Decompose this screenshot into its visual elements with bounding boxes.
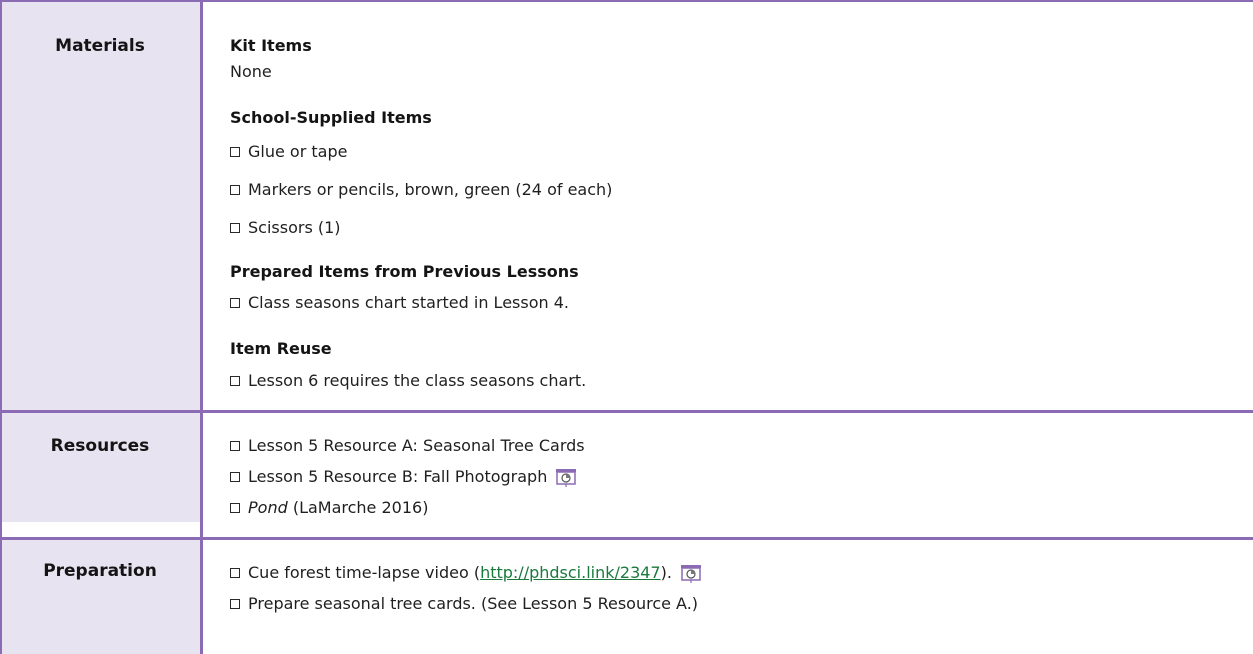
kit-items-value: None <box>230 62 272 81</box>
checkbox-icon[interactable] <box>230 222 240 233</box>
list-item-label: Markers or pencils, brown, green (24 of … <box>248 180 613 199</box>
list-item: Class seasons chart started in Lesson 4. <box>230 293 569 312</box>
list-item: Glue or tape <box>230 142 347 161</box>
checkbox-icon[interactable] <box>230 297 240 308</box>
checkbox-icon[interactable] <box>230 567 240 578</box>
list-item-label: Scissors (1) <box>248 218 341 237</box>
checkbox-icon[interactable] <box>230 440 240 451</box>
item-reuse-heading: Item Reuse <box>230 339 332 358</box>
list-item-label: Lesson 5 Resource B: Fall Photograph <box>248 467 548 486</box>
projector-screen-icon[interactable] <box>680 564 702 583</box>
row-label-materials: Materials <box>55 36 145 56</box>
row-divider <box>0 410 1253 413</box>
prep-item-text: Cue forest time-lapse video ( <box>248 563 481 582</box>
checkbox-icon[interactable] <box>230 598 240 609</box>
list-item: Lesson 5 Resource B: Fall Photograph <box>230 467 577 487</box>
prep-item-text-end: ). <box>660 563 672 582</box>
table-border-top <box>0 0 1253 2</box>
video-link[interactable]: http://phdsci.link/2347 <box>480 563 661 582</box>
row-preparation: Preparation Cue forest time-lapse video … <box>0 539 1253 654</box>
list-item-label: Glue or tape <box>248 142 348 161</box>
row-header-materials: Materials <box>0 0 200 410</box>
list-item-label: Class seasons chart started in Lesson 4. <box>248 293 569 312</box>
prepared-items-heading: Prepared Items from Previous Lessons <box>230 262 579 281</box>
checkbox-icon[interactable] <box>230 184 240 195</box>
column-divider <box>200 0 203 654</box>
materials-table: Materials Kit Items None School-Supplied… <box>0 0 1253 654</box>
row-resources: Resources Lesson 5 Resource A: Seasonal … <box>0 412 1253 522</box>
row-divider <box>0 537 1253 540</box>
list-item: Lesson 5 Resource A: Seasonal Tree Cards <box>230 436 585 455</box>
list-item: Pond (LaMarche 2016) <box>230 498 428 517</box>
checkbox-icon[interactable] <box>230 502 240 513</box>
list-item-label: Lesson 5 Resource A: Seasonal Tree Cards <box>248 436 585 455</box>
list-item: Lesson 6 requires the class seasons char… <box>230 371 586 390</box>
projector-screen-icon[interactable] <box>555 468 577 487</box>
row-label-resources: Resources <box>50 436 150 456</box>
checkbox-icon[interactable] <box>230 375 240 386</box>
list-item: Cue forest time-lapse video ( http://phd… <box>230 563 702 583</box>
row-header-preparation: Preparation <box>0 539 200 654</box>
list-item: Prepare seasonal tree cards. (See Lesson… <box>230 594 698 613</box>
row-materials: Materials Kit Items None School-Supplied… <box>0 0 1253 410</box>
list-item-label: Lesson 6 requires the class seasons char… <box>248 371 587 390</box>
list-item-label: Prepare seasonal tree cards. (See Lesson… <box>248 594 699 613</box>
row-label-preparation: Preparation <box>43 561 157 581</box>
table-border-left <box>0 0 2 654</box>
book-title: Pond <box>248 498 288 517</box>
book-citation: (LaMarche 2016) <box>287 498 429 517</box>
list-item: Scissors (1) <box>230 218 341 237</box>
school-items-heading: School-Supplied Items <box>230 108 432 127</box>
kit-items-heading: Kit Items <box>230 36 312 55</box>
checkbox-icon[interactable] <box>230 146 240 157</box>
row-header-resources: Resources <box>0 412 200 522</box>
list-item: Markers or pencils, brown, green (24 of … <box>230 180 612 199</box>
checkbox-icon[interactable] <box>230 471 240 482</box>
